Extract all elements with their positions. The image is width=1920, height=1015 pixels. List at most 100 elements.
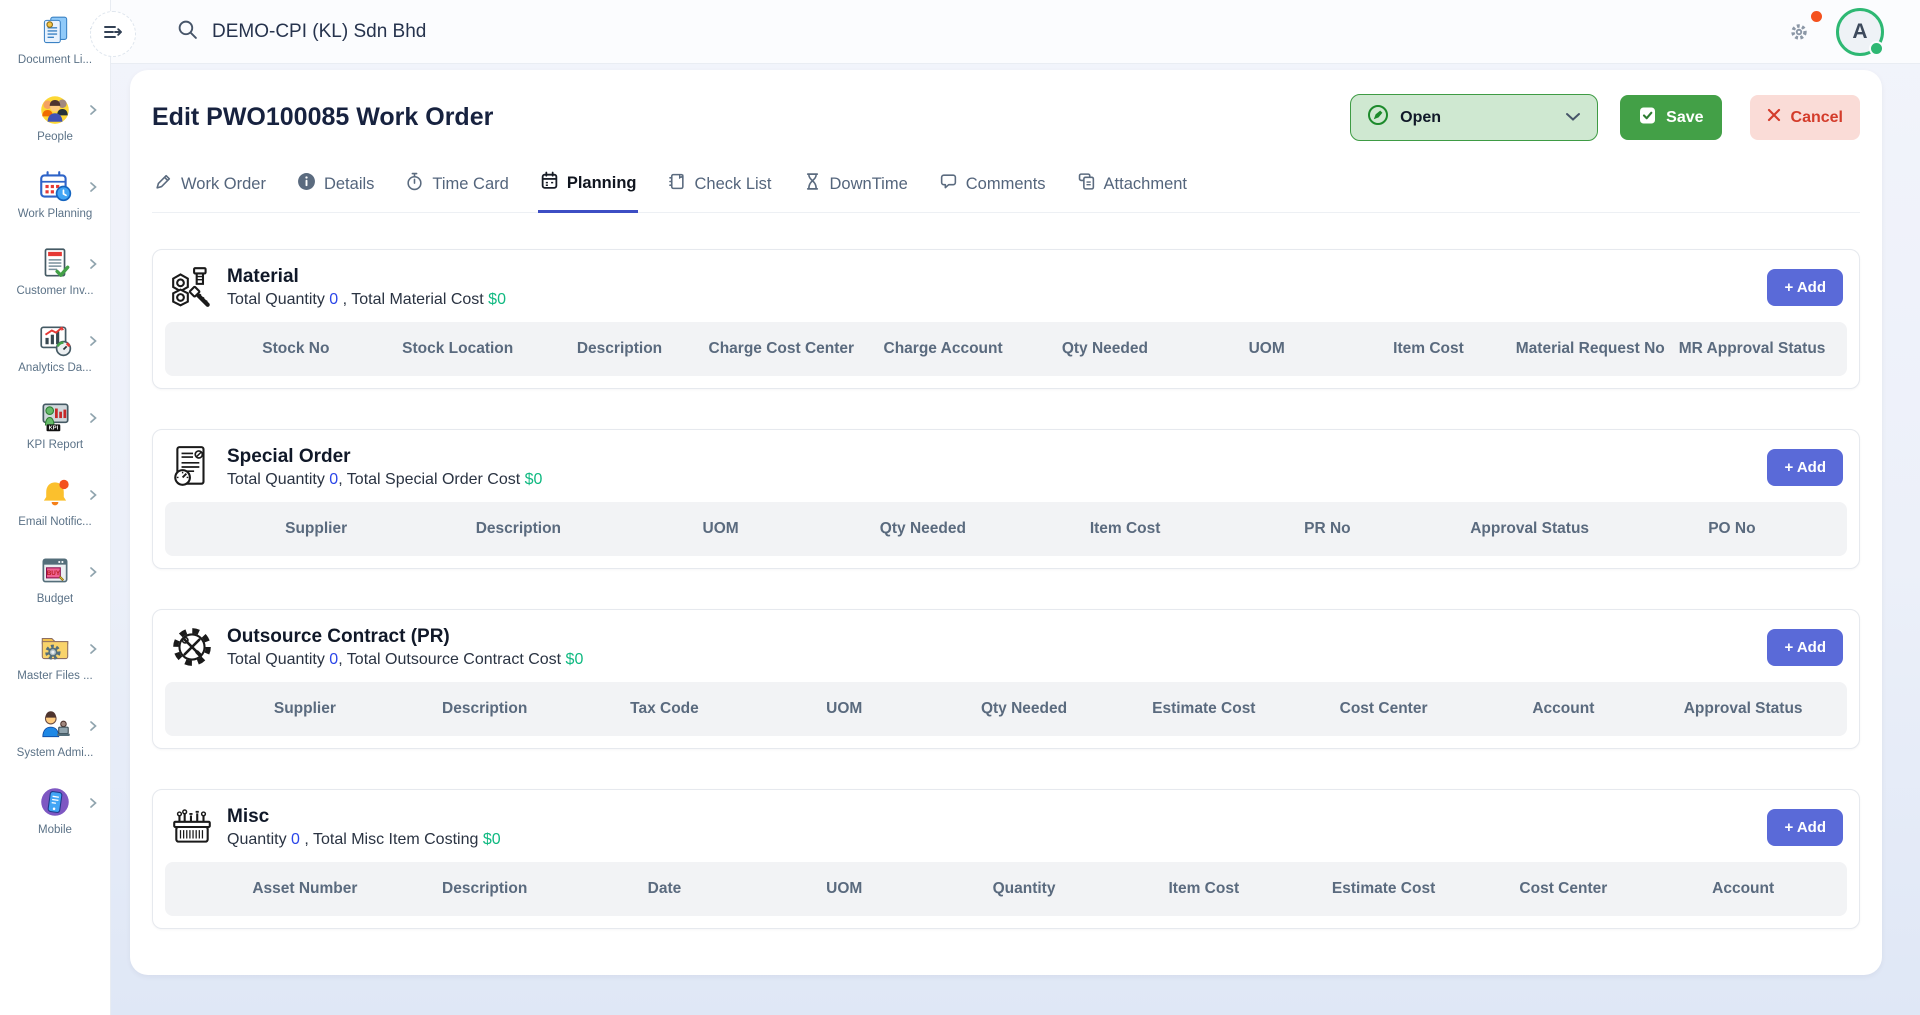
chevron-right-icon bbox=[88, 334, 98, 352]
planning-sections: Material Total Quantity 0 , Total Materi… bbox=[152, 249, 1860, 929]
outsource-icon bbox=[169, 624, 215, 670]
column-header: Qty Needed bbox=[934, 700, 1114, 718]
column-header: Approval Status bbox=[1653, 700, 1833, 718]
settings-button[interactable] bbox=[1788, 21, 1810, 43]
chevron-right-icon bbox=[88, 719, 98, 737]
search-input[interactable] bbox=[212, 21, 712, 43]
column-header: Item Cost bbox=[1114, 880, 1294, 898]
sidebar-item-label: Budget bbox=[37, 593, 73, 605]
sidebar-item-label: System Admi... bbox=[17, 747, 94, 759]
tab-planning[interactable]: Planning bbox=[538, 167, 639, 213]
sidebar-item-master-files[interactable]: Master Files ... bbox=[0, 624, 110, 701]
svg-text:BUY: BUY bbox=[47, 570, 61, 577]
column-header: Charge Account bbox=[862, 340, 1024, 358]
avatar-letter: A bbox=[1852, 20, 1867, 44]
section-title: Material bbox=[227, 266, 506, 288]
tab-downtime[interactable]: DownTime bbox=[801, 167, 910, 212]
sidebar-item-kpi-report[interactable]: KPI KPI Report bbox=[0, 393, 110, 470]
sidebar: Document Li... People Work Planning Cust… bbox=[0, 0, 111, 1015]
online-status-dot bbox=[1869, 41, 1884, 56]
sidebar-toggle-button[interactable] bbox=[90, 11, 136, 57]
sidebar-item-people[interactable]: People bbox=[0, 85, 110, 162]
column-header: UOM bbox=[754, 700, 934, 718]
cost-value: $0 bbox=[525, 471, 543, 488]
sidebar-item-label: Email Notific... bbox=[18, 516, 92, 528]
status-open-icon bbox=[1367, 104, 1389, 131]
tab-attachment[interactable]: Attachment bbox=[1075, 167, 1189, 212]
tab-label: Details bbox=[324, 175, 374, 194]
column-header: Tax Code bbox=[575, 700, 755, 718]
sidebar-item-email-notification[interactable]: Email Notific... bbox=[0, 470, 110, 547]
topbar: A bbox=[111, 0, 1920, 64]
section-summary: Total Quantity 0 , Total Material Cost $… bbox=[227, 291, 506, 309]
special-order-icon bbox=[169, 444, 215, 490]
sidebar-item-work-planning[interactable]: Work Planning bbox=[0, 162, 110, 239]
sidebar-item-system-admin[interactable]: System Admi... bbox=[0, 701, 110, 778]
column-header: Description bbox=[395, 700, 575, 718]
column-header: MR Approval Status bbox=[1671, 340, 1833, 358]
column-header: Date bbox=[575, 880, 755, 898]
notebook-icon bbox=[667, 172, 686, 196]
save-button[interactable]: Save bbox=[1620, 95, 1721, 140]
page-title: Edit PWO100085 Work Order bbox=[152, 103, 1350, 132]
column-header: Supplier bbox=[215, 520, 417, 538]
chevron-right-icon bbox=[88, 180, 98, 198]
tab-comments[interactable]: Comments bbox=[937, 167, 1048, 212]
misc-section: Misc Quantity 0 , Total Misc Item Costin… bbox=[152, 789, 1860, 929]
sidebar-item-label: Document Li... bbox=[18, 54, 92, 66]
add-special-order-button[interactable]: + Add bbox=[1767, 449, 1843, 486]
cost-value: $0 bbox=[566, 651, 584, 668]
cost-value: $0 bbox=[488, 291, 506, 308]
column-header: Stock Location bbox=[377, 340, 539, 358]
misc-table-header: Asset NumberDescriptionDateUOMQuantityIt… bbox=[165, 862, 1847, 916]
column-header: Description bbox=[417, 520, 619, 538]
tab-label: Work Order bbox=[181, 175, 266, 194]
add-material-button[interactable]: + Add bbox=[1767, 269, 1843, 306]
outsource-contract-section: Outsource Contract (PR) Total Quantity 0… bbox=[152, 609, 1860, 749]
section-title: Misc bbox=[227, 806, 501, 828]
add-misc-button[interactable]: + Add bbox=[1767, 809, 1843, 846]
material-table-header: Stock NoStock LocationDescriptionCharge … bbox=[165, 322, 1847, 376]
column-header: UOM bbox=[754, 880, 934, 898]
tab-label: Planning bbox=[567, 174, 637, 193]
info-icon bbox=[297, 172, 316, 196]
quantity-value: 0 bbox=[329, 291, 338, 308]
global-search[interactable] bbox=[177, 19, 1788, 45]
sidebar-item-mobile[interactable]: Mobile bbox=[0, 778, 110, 855]
comment-icon bbox=[939, 172, 958, 196]
tab-label: Check List bbox=[694, 175, 771, 194]
sidebar-item-label: People bbox=[37, 131, 73, 143]
column-header: UOM bbox=[620, 520, 822, 538]
tab-details[interactable]: Details bbox=[295, 167, 376, 212]
chevron-right-icon bbox=[88, 257, 98, 275]
tab-check-list[interactable]: Check List bbox=[665, 167, 773, 212]
mobile-icon bbox=[37, 784, 73, 820]
quantity-value: 0 bbox=[329, 471, 338, 488]
column-header: Asset Number bbox=[215, 880, 395, 898]
pen-icon bbox=[154, 172, 173, 196]
kpi-icon: KPI bbox=[37, 399, 73, 435]
sidebar-item-budget[interactable]: BUY Budget bbox=[0, 547, 110, 624]
section-title: Special Order bbox=[227, 446, 542, 468]
cancel-label: Cancel bbox=[1791, 109, 1843, 127]
column-header: Estimate Cost bbox=[1294, 880, 1474, 898]
sidebar-item-label: Master Files ... bbox=[17, 670, 92, 682]
tab-time-card[interactable]: Time Card bbox=[403, 167, 510, 212]
outsource-table-header: SupplierDescriptionTax CodeUOMQty Needed… bbox=[165, 682, 1847, 736]
cancel-button[interactable]: Cancel bbox=[1750, 95, 1860, 140]
invoice-icon bbox=[37, 245, 73, 281]
add-outsource-button[interactable]: + Add bbox=[1767, 629, 1843, 666]
column-header: Cost Center bbox=[1294, 700, 1474, 718]
chevron-right-icon bbox=[88, 488, 98, 506]
close-icon bbox=[1767, 108, 1781, 127]
status-dropdown[interactable]: Open bbox=[1350, 94, 1598, 141]
page-header: Edit PWO100085 Work Order Open Save bbox=[152, 70, 1860, 141]
column-header: Quantity bbox=[934, 880, 1114, 898]
analytics-icon bbox=[37, 322, 73, 358]
calendar-icon bbox=[540, 171, 559, 195]
sidebar-item-customer-invoice[interactable]: Customer Inv... bbox=[0, 239, 110, 316]
avatar[interactable]: A bbox=[1836, 8, 1884, 56]
sidebar-item-analytics-dashboard[interactable]: Analytics Da... bbox=[0, 316, 110, 393]
tab-work-order[interactable]: Work Order bbox=[152, 167, 268, 212]
column-header: Approval Status bbox=[1429, 520, 1631, 538]
